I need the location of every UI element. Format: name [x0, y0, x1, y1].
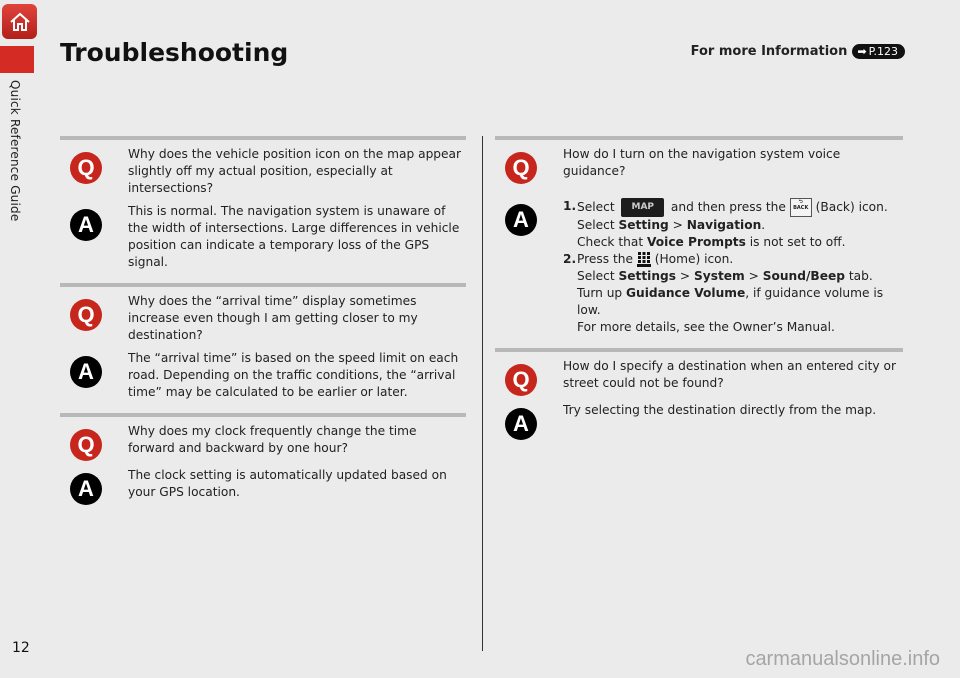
text: Select	[577, 200, 615, 214]
page-number: 12	[12, 640, 30, 656]
text: tab.	[848, 269, 873, 283]
home-icon	[9, 12, 30, 31]
menu-path-setting: Setting	[618, 218, 669, 232]
map-button-icon: MAP	[621, 198, 665, 217]
home-button[interactable]	[2, 4, 37, 39]
more-info-label: For more Information	[690, 44, 848, 59]
text: and then press the	[670, 200, 786, 214]
menu-path-system: System	[693, 269, 745, 283]
qa-item: Q How do I specify a destination when an…	[495, 348, 903, 452]
step-number: 1.	[563, 199, 577, 213]
text: Turn up	[577, 286, 623, 300]
section-label: Quick Reference Guide	[8, 80, 22, 222]
answer-icon: A	[70, 356, 102, 388]
step-2: 2. Press the (Home) icon. Select Setting…	[563, 251, 903, 336]
question-icon: Q	[70, 299, 102, 331]
question-icon: Q	[70, 429, 102, 461]
answer-text: The clock setting is automatically updat…	[128, 468, 447, 499]
qa-item: Q Why does the “arrival time” display so…	[60, 283, 466, 413]
question-icon: Q	[70, 152, 102, 184]
menu-path-settings: Settings	[618, 269, 677, 283]
answer-steps: 1. Select MAP and then press the ⮌ BACK (…	[563, 198, 903, 336]
answer-text: The “arrival time” is based on the speed…	[128, 351, 459, 399]
step-number: 2.	[563, 252, 577, 266]
separator: >	[672, 218, 683, 232]
left-column: Q Why does the vehicle position icon on …	[60, 136, 466, 517]
qa-item: Q How do I turn on the navigation system…	[495, 136, 903, 348]
answer-icon: A	[70, 209, 102, 241]
page-reference-label: P.123	[868, 45, 898, 58]
back-icon: ⮌ BACK	[789, 198, 812, 217]
question-icon: Q	[505, 152, 537, 184]
home-grid-icon	[636, 252, 651, 267]
menu-path-navigation: Navigation	[686, 218, 762, 232]
question-text: Why does the “arrival time” display some…	[128, 294, 418, 342]
arrow-right-icon: ➡	[857, 45, 867, 58]
text: Select	[577, 269, 615, 283]
more-info-link[interactable]: For more Information ➡ P.123	[691, 44, 905, 59]
qa-item: Q Why does the vehicle position icon on …	[60, 136, 466, 283]
question-text: How do I turn on the navigation system v…	[563, 147, 841, 178]
question-icon: Q	[505, 364, 537, 396]
answer-icon: A	[505, 408, 537, 440]
text: Select	[577, 218, 615, 232]
right-column: Q How do I turn on the navigation system…	[495, 136, 903, 452]
question-text: How do I specify a destination when an e…	[563, 359, 896, 390]
page-title: Troubleshooting	[60, 38, 289, 67]
question-text: Why does my clock frequently change the …	[128, 424, 417, 455]
answer-icon: A	[70, 473, 102, 505]
watermark: carmanualsonline.info	[745, 648, 940, 670]
text: is not set to off.	[749, 235, 846, 249]
qa-item: Q Why does my clock frequently change th…	[60, 413, 466, 517]
setting-guidance-volume: Guidance Volume	[626, 286, 746, 300]
text: For more details, see the Owner’s Manual…	[577, 320, 835, 334]
text: Check that	[577, 235, 644, 249]
page-reference[interactable]: ➡ P.123	[852, 44, 905, 59]
text: (Home) icon.	[654, 252, 734, 266]
text: (Back) icon.	[815, 200, 888, 214]
separator: >	[679, 269, 691, 283]
answer-text: This is normal. The navigation system is…	[128, 204, 460, 269]
step-1: 1. Select MAP and then press the ⮌ BACK (…	[563, 198, 888, 249]
answer-text: Try selecting the destination directly f…	[563, 403, 877, 417]
column-divider	[482, 136, 483, 651]
text: Press the	[577, 252, 633, 266]
setting-voice-prompts: Voice Prompts	[647, 235, 746, 249]
menu-path-sound-beep: Sound/Beep	[762, 269, 845, 283]
answer-icon: A	[505, 204, 537, 236]
question-text: Why does the vehicle position icon on th…	[128, 147, 462, 195]
separator: >	[748, 269, 759, 283]
section-tab-marker	[0, 46, 34, 73]
